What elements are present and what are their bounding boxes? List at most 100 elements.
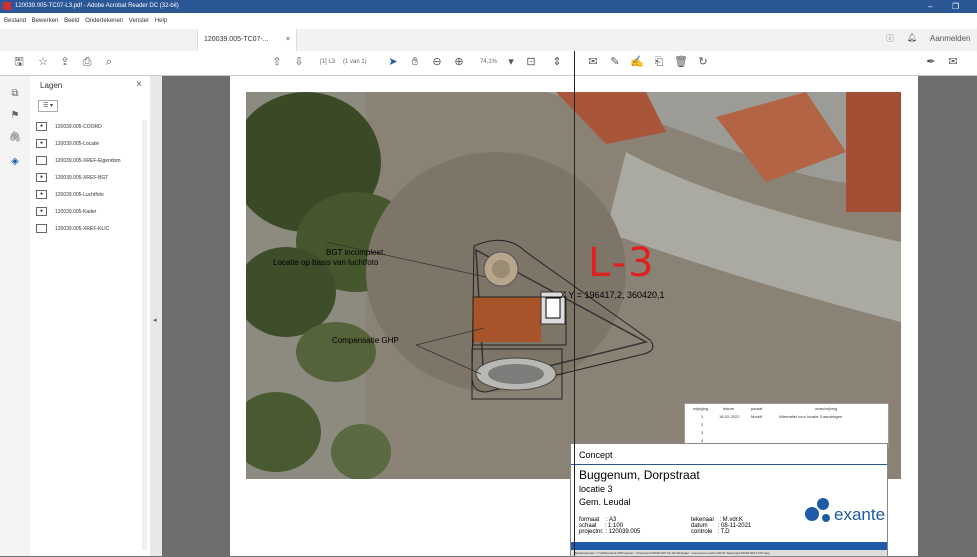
prev-page-icon[interactable]: ⇧ [270,55,284,69]
bgt-annotation-line1: BGT incompleet. [326,248,386,257]
rotate-icon[interactable]: ↻ [696,55,710,69]
window-title: 120039.005-TC07-L3.pdf - Adobe Acrobat R… [15,3,179,9]
layer-item[interactable]: ● 120039.005-Kader [36,205,96,219]
menu-bewerken[interactable]: Bewerken [32,18,59,24]
layer-label: 120039.005-XREF-BGT [55,175,109,181]
revision-cell: 2 [701,422,704,427]
revision-cell: 18-02-2022 [719,414,740,419]
meta-right: tekenaar : M.vdr.K datum : 08-11-2021 co… [691,517,752,535]
layer-label: 120039.005-Luchtfoto [55,192,104,198]
layer-item[interactable]: ● 120039.005-Locatie [36,137,99,151]
print-icon[interactable]: ⎙ [80,55,94,69]
exante-logo-text: exante [834,505,886,524]
comment-icon[interactable]: ✉ [586,55,600,69]
title-block-band [571,542,887,550]
menu-beeld[interactable]: Beeld [64,18,79,24]
select-cursor-icon[interactable]: ➤ [386,55,400,69]
menu-ondertekenen[interactable]: Ondertekenen [85,18,123,24]
layer-item[interactable]: ● 120039.005-COORD [36,120,102,134]
tab-bar: 120039.005-TC07-... × ⓘ 🔔︎ Aanmelden [0,29,977,52]
zoom-in-icon[interactable]: ⊕ [452,55,466,69]
zoom-out-icon[interactable]: ⊖ [430,55,444,69]
delete-icon[interactable]: 🗑︎ [674,55,688,69]
panel-splitter[interactable]: ◂ [150,76,162,556]
layer-label: 120039.005-Locatie [55,141,100,147]
help-icon[interactable]: ⓘ [886,33,894,44]
attachments-icon[interactable]: 🖇︎ [8,132,22,146]
tab-close-icon[interactable]: × [286,29,290,51]
sign-icon[interactable]: ✍ [630,55,644,69]
bgt-annotation-line2: Locatie op basis van luchtfoto [273,258,379,267]
menu-help[interactable]: Help [155,18,167,24]
stamp-icon[interactable]: ⎗ [652,55,666,69]
revision-header: datum [723,406,735,411]
exante-logo-icon [805,498,830,522]
eye-hidden-icon[interactable] [36,224,47,234]
close-icon[interactable]: × [136,79,142,90]
revision-header: paraaf [751,406,763,411]
scroll-mode-icon[interactable]: ⇕ [550,55,564,69]
menu-bestand[interactable]: Bestand [4,18,26,24]
highlight-icon[interactable]: ✎ [608,55,622,69]
layers-panel: Lagen × ☰ ▾ ● 120039.005-COORD ● 120039.00… [30,76,151,556]
revision-header: omschrijving [815,406,838,411]
eye-icon[interactable]: ● [36,190,47,200]
acrobat-icon [3,2,11,10]
zoom-search-icon[interactable]: ⌕ [102,55,116,69]
layer-item[interactable]: ● 120039.005-XREF-BGT [36,171,108,185]
save-icon[interactable]: 🖫 [12,55,26,69]
municipality-label: Gem. Leudal [579,497,631,507]
left-navigation-rail: ⧉ ⚑ 🖇︎ ◈ [0,76,31,556]
menu-venster[interactable]: Venster [129,18,149,24]
revision-cell: Alternatief voor locatie 3 aandragen [779,414,843,419]
page-count: (1 van 1) [343,59,367,65]
zoom-level[interactable]: 74,1% [480,59,497,65]
revision-header: wijziging [693,406,709,411]
layer-label: 120039.005-XREF-KLIC [55,226,110,232]
mail-icon[interactable]: ✉ [946,55,960,69]
file-path-footer: Bestandsnaam: C:\All\Exante\1-W\Projecte… [571,550,887,556]
layer-label: 120039.005-COORD [55,124,102,130]
meta-left: formaat : A3 schaal : 1:100 projectnr. :… [579,517,641,535]
bookmark-star-icon[interactable]: ☆ [36,55,50,69]
hand-tool-icon[interactable]: ✋︎ [408,55,422,69]
next-page-icon[interactable]: ⇩ [292,55,306,69]
layer-item[interactable]: 120039.005-XREF-KLIC [36,222,109,236]
layer-item[interactable]: ● 120039.005-Luchtfoto [36,188,104,202]
fill-sign-icon[interactable]: ✒ [924,55,938,69]
page-input[interactable]: [1] L3 [320,59,335,65]
cursor-guide-line [574,51,575,556]
fit-page-icon[interactable]: ⊡ [524,55,538,69]
revision-cell: 1 [701,414,704,419]
minimize-button[interactable]: – [928,0,932,13]
eye-icon[interactable]: ● [36,173,47,183]
tab-document[interactable]: 120039.005-TC07-... × [197,29,297,51]
layer-item[interactable]: 120039.005-XREF-Eigendom [36,154,121,168]
layers-icon[interactable]: ◈ [8,156,22,170]
sign-in-link[interactable]: Aanmelden [930,34,970,43]
eye-icon[interactable]: ● [36,207,47,217]
layers-options-button[interactable]: ☰ ▾ [38,100,58,112]
menu-bar: Bestand Bewerken Beeld Ondertekenen Vens… [0,13,977,29]
zoom-dropdown-icon[interactable]: ▾ [504,55,518,69]
layers-scrollbar[interactable] [142,120,147,550]
window-titlebar: 120039.005-TC07-L3.pdf - Adobe Acrobat R… [0,0,977,13]
tab-document-label: 120039.005-TC07-... [204,36,269,43]
revision-cell: MvdrK [751,414,763,419]
divider [571,464,887,465]
eye-icon[interactable]: ● [36,122,47,132]
collapse-arrow-icon[interactable]: ◂ [153,316,157,324]
bookmarks-icon[interactable]: ⚑ [8,110,22,124]
compensatie-label: Compensatie GHP [332,336,399,345]
pages-icon[interactable]: ⧉ [8,88,22,102]
layers-panel-title: Lagen [40,81,63,90]
project-title: Buggenum, Dorpstraat [579,468,700,482]
revision-cell: 3 [701,430,704,435]
maximize-button[interactable]: ❐ [952,0,959,13]
title-block: Concept Buggenum, Dorpstraat locatie 3 G… [570,443,888,557]
eye-icon[interactable]: ● [36,139,47,149]
bell-icon[interactable]: 🔔︎ [907,33,917,42]
upload-icon[interactable]: ⇪ [58,55,72,69]
location-code-label: L-3 [588,240,656,286]
eye-hidden-icon[interactable] [36,156,47,166]
